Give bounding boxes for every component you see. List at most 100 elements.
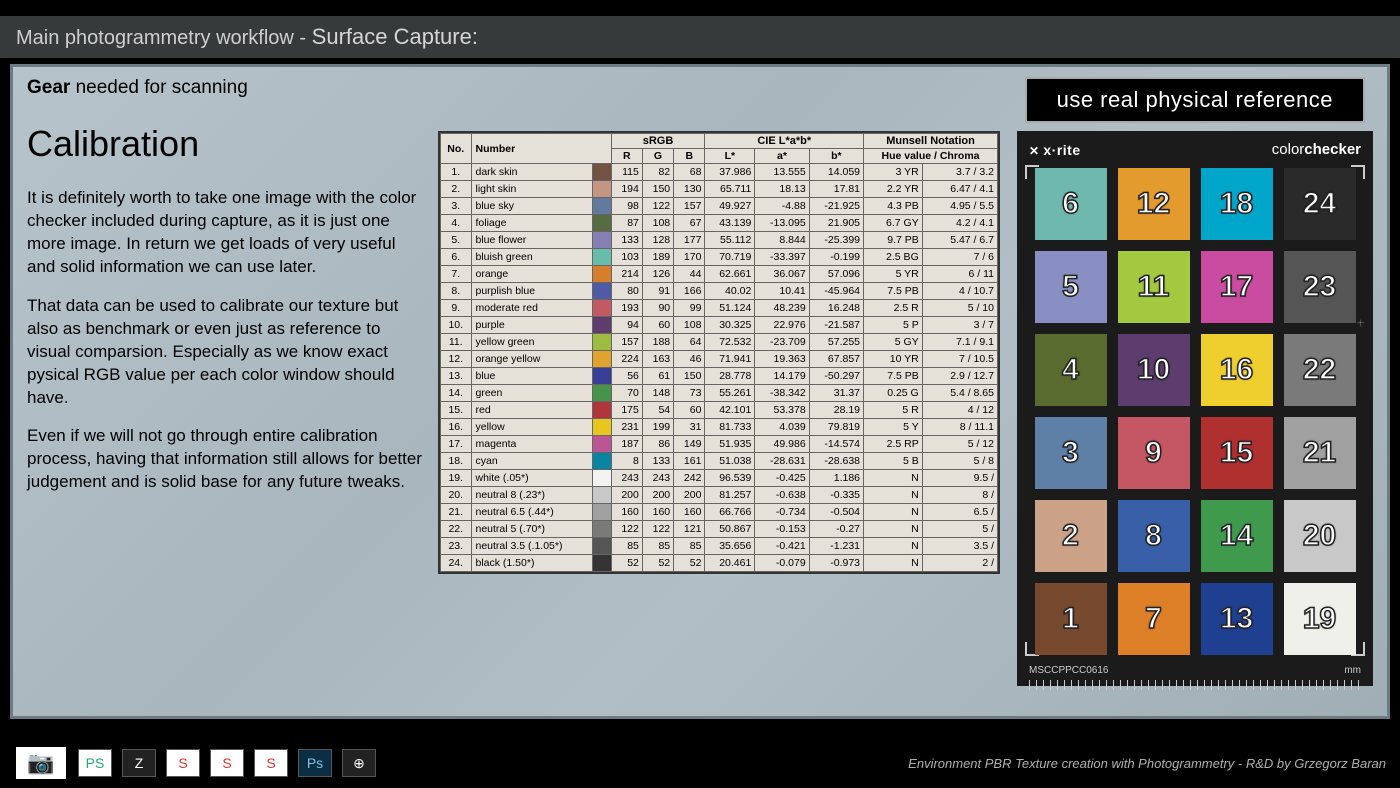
cell-bb: 79.819: [809, 419, 863, 436]
cell-hue: 6.7 GY: [864, 215, 923, 232]
cell-r: 194: [611, 181, 642, 198]
cell-g: 61: [642, 368, 673, 385]
cell-hue: 0.25 G: [864, 385, 923, 402]
cell-g: 108: [642, 215, 673, 232]
ruler-icon: [1029, 680, 1361, 690]
cell-name: neutral 5 (.70*): [471, 521, 592, 538]
cell-r: 200: [611, 487, 642, 504]
cell-name: bluish green: [471, 249, 592, 266]
reference-badge: use real physical reference: [1025, 77, 1365, 123]
body-text: It is definitely worth to take one image…: [27, 187, 427, 494]
cell-a: 53.378: [755, 402, 809, 419]
cell-L: 20.461: [705, 555, 755, 572]
cell-no: 20.: [441, 487, 472, 504]
table-row: 6.bluish green10318917070.719-33.397-0.1…: [441, 249, 998, 266]
cell-b: 170: [674, 249, 705, 266]
cell-b: 150: [674, 368, 705, 385]
table-row: 23.neutral 3.5 (.1.05*)85858535.656-0.42…: [441, 538, 998, 555]
cell-name: yellow green: [471, 334, 592, 351]
app-icon: S: [254, 749, 288, 777]
cell-g: 128: [642, 232, 673, 249]
para-2: That data can be used to calibrate our t…: [27, 295, 427, 410]
table-row: 13.blue566115028.77814.179-50.2977.5 PB2…: [441, 368, 998, 385]
cell-no: 24.: [441, 555, 472, 572]
cell-r: 56: [611, 368, 642, 385]
table-row: 12.orange yellow2241634671.94119.36367.8…: [441, 351, 998, 368]
color-patch: 10: [1118, 334, 1190, 406]
color-patch: 5: [1035, 251, 1107, 323]
cell-chroma: 6.5 /: [922, 504, 997, 521]
cell-swatch: [592, 232, 611, 249]
app-icon: S: [210, 749, 244, 777]
cell-no: 14.: [441, 385, 472, 402]
cell-no: 8.: [441, 283, 472, 300]
cell-hue: 7.5 PB: [864, 368, 923, 385]
cell-chroma: 5 / 12: [922, 436, 997, 453]
cell-name: white (.05*): [471, 470, 592, 487]
cell-r: 175: [611, 402, 642, 419]
cell-chroma: 5 / 8: [922, 453, 997, 470]
cell-hue: 5 B: [864, 453, 923, 470]
th-cielab: CIE L*a*b*: [705, 134, 864, 149]
cell-L: 62.661: [705, 266, 755, 283]
cell-name: moderate red: [471, 300, 592, 317]
cell-no: 22.: [441, 521, 472, 538]
cell-no: 5.: [441, 232, 472, 249]
cell-L: 55.112: [705, 232, 755, 249]
cell-bb: 31.37: [809, 385, 863, 402]
cell-a: 49.986: [755, 436, 809, 453]
cell-b: 160: [674, 504, 705, 521]
color-values-table: No. Number sRGB CIE L*a*b* Munsell Notat…: [438, 131, 1000, 574]
cell-no: 4.: [441, 215, 472, 232]
cell-b: 60: [674, 402, 705, 419]
cell-no: 13.: [441, 368, 472, 385]
cell-name: yellow: [471, 419, 592, 436]
cell-a: 8.844: [755, 232, 809, 249]
cell-L: 28.778: [705, 368, 755, 385]
cell-bb: -45.964: [809, 283, 863, 300]
cell-b: 200: [674, 487, 705, 504]
cell-bb: -14.574: [809, 436, 863, 453]
cell-L: 55.261: [705, 385, 755, 402]
cell-bb: 57.255: [809, 334, 863, 351]
cell-a: -23.709: [755, 334, 809, 351]
cell-L: 71.941: [705, 351, 755, 368]
cell-L: 51.124: [705, 300, 755, 317]
cell-chroma: 9.5 /: [922, 470, 997, 487]
color-patch: 22: [1284, 334, 1356, 406]
slide-header: Main photogrammetry workflow - Surface C…: [0, 16, 1400, 58]
cell-a: -0.638: [755, 487, 809, 504]
cell-no: 2.: [441, 181, 472, 198]
cell-g: 90: [642, 300, 673, 317]
cell-a: 48.239: [755, 300, 809, 317]
cell-chroma: 5.4 / 8.65: [922, 385, 997, 402]
cell-swatch: [592, 351, 611, 368]
color-patch: 1: [1035, 583, 1107, 655]
cell-chroma: 4.2 / 4.1: [922, 215, 997, 232]
cell-chroma: 4.95 / 5.5: [922, 198, 997, 215]
color-patch: 15: [1201, 417, 1273, 489]
cell-bb: -50.297: [809, 368, 863, 385]
cell-L: 49.927: [705, 198, 755, 215]
cell-swatch: [592, 300, 611, 317]
cell-hue: 5 YR: [864, 266, 923, 283]
cell-a: -13.095: [755, 215, 809, 232]
cell-swatch: [592, 419, 611, 436]
cell-hue: 10 YR: [864, 351, 923, 368]
cell-b: 177: [674, 232, 705, 249]
cell-a: -4.88: [755, 198, 809, 215]
cell-r: 231: [611, 419, 642, 436]
cell-name: magenta: [471, 436, 592, 453]
cell-hue: N: [864, 555, 923, 572]
cell-r: 85: [611, 538, 642, 555]
cell-r: 193: [611, 300, 642, 317]
colorchecker-logo: colorchecker: [1272, 141, 1361, 158]
cell-g: 91: [642, 283, 673, 300]
cell-bb: -21.587: [809, 317, 863, 334]
table-row: 3.blue sky9812215749.927-4.88-21.9254.3 …: [441, 198, 998, 215]
cell-b: 68: [674, 164, 705, 181]
cell-b: 31: [674, 419, 705, 436]
th-L: L*: [705, 149, 755, 164]
cell-chroma: 7 / 6: [922, 249, 997, 266]
table-row: 22.neutral 5 (.70*)12212212150.867-0.153…: [441, 521, 998, 538]
